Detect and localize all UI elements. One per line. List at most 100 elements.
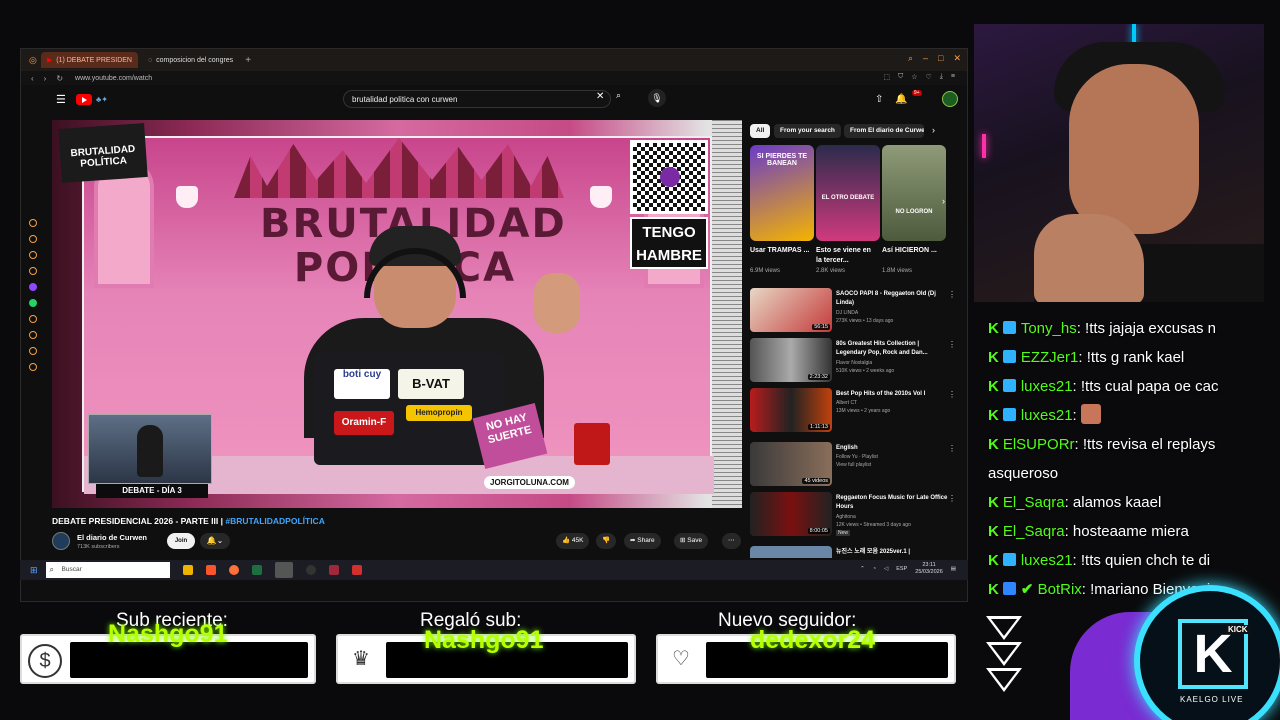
short-thumbnail[interactable]: NO LOGRON (882, 145, 946, 241)
chat-username[interactable]: Tony_hs (1021, 320, 1077, 337)
new-tab-button[interactable]: + (245, 55, 251, 66)
chat-message: K ElSUPORr: !tts revisa el replays (988, 430, 1215, 459)
more-options-icon[interactable]: ⋮ (948, 340, 956, 349)
shield-icon[interactable]: ⛉ (898, 73, 903, 81)
chat-username[interactable]: El_Saqra (1003, 523, 1065, 540)
clock[interactable]: 23:11 25/03/2026 (915, 562, 943, 576)
short-title[interactable]: Así HICIERON ... (882, 246, 944, 256)
forward-button[interactable]: › (44, 74, 47, 83)
tab-debate[interactable]: ▶ (1) DEBATE PRESIDEN (40, 52, 138, 68)
firefox-icon[interactable] (228, 565, 239, 575)
sidebar-player-icon[interactable] (29, 315, 37, 323)
more-options-icon[interactable]: ⋮ (948, 290, 956, 299)
url-field[interactable]: www.youtube.com/watch (75, 75, 152, 82)
bell-icon[interactable]: 🔔 (895, 94, 907, 105)
brave-icon[interactable] (205, 565, 216, 575)
short-thumbnail[interactable]: EL OTRO DEBATE (816, 145, 880, 241)
more-options-icon[interactable]: ⋮ (948, 494, 956, 503)
chat-username[interactable]: luxes21 (1021, 407, 1073, 424)
title-hashtag[interactable]: #BRUTALIDADPOLÍTICA (225, 516, 324, 526)
youtube-logo[interactable] (76, 93, 92, 105)
tab-composicion[interactable]: ◌ composicion del congres (142, 52, 239, 68)
sidebar-notes-icon[interactable] (29, 267, 37, 275)
windows-start-icon[interactable]: ⊞ (30, 565, 38, 576)
sidebar-bookmarks-icon[interactable] (29, 251, 37, 259)
maximize-button[interactable]: □ (938, 53, 943, 64)
close-button[interactable]: ✕ (953, 53, 961, 64)
twitch-icon[interactable] (29, 283, 37, 291)
tray-chevron-icon[interactable]: ⌃ (860, 566, 865, 572)
active-app-icon[interactable] (274, 562, 293, 578)
video-app-icon[interactable] (351, 565, 362, 575)
channel-avatar[interactable] (52, 532, 70, 550)
excel-icon[interactable] (251, 565, 262, 575)
obs-icon[interactable] (305, 565, 316, 575)
chip-all[interactable]: All (750, 124, 771, 138)
file-explorer-icon[interactable] (182, 565, 193, 575)
language-indicator[interactable]: ESP (896, 566, 907, 572)
more-options-icon[interactable]: ⋮ (948, 444, 956, 453)
hamburger-menu-icon[interactable]: ☰ (56, 93, 68, 106)
sidebar-clock-icon[interactable] (29, 331, 37, 339)
account-avatar[interactable] (941, 91, 958, 107)
search-icon[interactable]: ⌕ (908, 53, 913, 64)
recommendation-item[interactable]: 8:00:05 Reggaeton Focus Music for Late O… (750, 492, 960, 538)
chat-username[interactable]: EZZJer1 (1021, 349, 1079, 366)
short-thumbnail[interactable]: SI PIERDES TE BANEAN (750, 145, 814, 241)
video-player[interactable]: BRUTALIDADPOLÍTICA boti cuy B-VAT Oramin… (52, 120, 742, 508)
verified-icon: ✔ (1020, 581, 1038, 598)
chat-username[interactable]: El_Saqra (1003, 494, 1065, 511)
recommendation-item[interactable]: 1:11:13 Best Pop Hits of the 2010s Vol I… (750, 388, 960, 434)
recommendation-item[interactable]: 2:23:32 80s Greatest Hits Collection | L… (750, 338, 960, 384)
minimize-button[interactable]: – (923, 53, 928, 64)
more-actions-button[interactable]: ⋯ (722, 533, 741, 549)
bookmark-icon[interactable]: ☆ (911, 73, 917, 81)
join-button[interactable]: Join (167, 533, 195, 549)
heart-icon: ♡ (672, 648, 690, 670)
app-icon[interactable] (328, 565, 339, 575)
chat-username[interactable]: luxes21 (1021, 378, 1073, 395)
chat-username[interactable]: ElSUPORr (1003, 436, 1075, 453)
channel-name[interactable]: El diario de Curwen (77, 533, 147, 542)
notification-icon[interactable]: ▤ (951, 566, 956, 572)
tengo-hambre-box: TENGO HAMBRE (630, 217, 708, 269)
shorts-next-icon[interactable]: › (942, 196, 945, 206)
microphone-icon[interactable]: 🎙 (648, 89, 666, 107)
recommendation-item[interactable]: 뉴진스 노래 모음 2025ver.1 | (750, 546, 960, 558)
chat-username[interactable]: luxes21 (1021, 552, 1073, 569)
extension-icon[interactable]: ⬚ (883, 73, 890, 81)
chevron-right-icon[interactable]: › (932, 125, 935, 135)
share-button[interactable]: ➦ Share (624, 533, 661, 549)
sidebar-bolt-icon[interactable] (29, 347, 37, 355)
short-title[interactable]: Esto se viene en la tercer... (816, 246, 878, 266)
short-title[interactable]: Usar TRAMPAS ... (750, 246, 812, 256)
back-button[interactable]: ‹ (31, 74, 34, 83)
clear-search-icon[interactable]: ✕ (596, 91, 604, 102)
chip-from-search[interactable]: From your search (774, 124, 841, 138)
settings-icon[interactable] (29, 363, 37, 371)
menu-icon[interactable]: ≡ (951, 73, 955, 81)
chip-from-channel[interactable]: From El diario de Curwe (844, 124, 924, 138)
search-icon[interactable]: ⌕ (616, 90, 621, 101)
chat-username[interactable]: BotRix (1038, 581, 1082, 598)
wifi-icon[interactable]: ◔ (873, 566, 876, 572)
download-icon[interactable]: ⤓ (940, 73, 943, 81)
view-playlist-link[interactable]: View full playlist (836, 462, 871, 468)
dislike-button[interactable]: 👎 (596, 533, 617, 549)
recommendation-item[interactable]: 56:15 SAOCO PAPI 8 - Reggaeton Old (Dj L… (750, 288, 960, 334)
reload-button[interactable]: ↻ (56, 74, 63, 83)
more-options-icon[interactable]: ⋮ (948, 390, 956, 399)
like-button[interactable]: 👍 45K (556, 533, 590, 549)
thumbs-down-icon: 👎 (602, 537, 611, 544)
taskbar-search[interactable]: Buscar (45, 562, 170, 578)
volume-icon[interactable]: ◁ (884, 566, 888, 572)
upload-icon[interactable]: ⇧ (875, 94, 883, 105)
subscribe-bell-button[interactable]: 🔔⌄ (200, 533, 230, 549)
sidebar-history-icon[interactable] (29, 219, 37, 227)
save-button[interactable]: ⊞ Save (674, 533, 709, 549)
heart-toolbar-icon[interactable]: ♡ (926, 73, 932, 81)
whatsapp-icon[interactable] (29, 299, 37, 307)
recommendation-item[interactable]: 45 videos English Follow Yu · Playlist V… (750, 442, 960, 488)
search-input[interactable]: brutalidad politica con curwen (343, 90, 611, 108)
sidebar-wallet-icon[interactable] (29, 235, 37, 243)
